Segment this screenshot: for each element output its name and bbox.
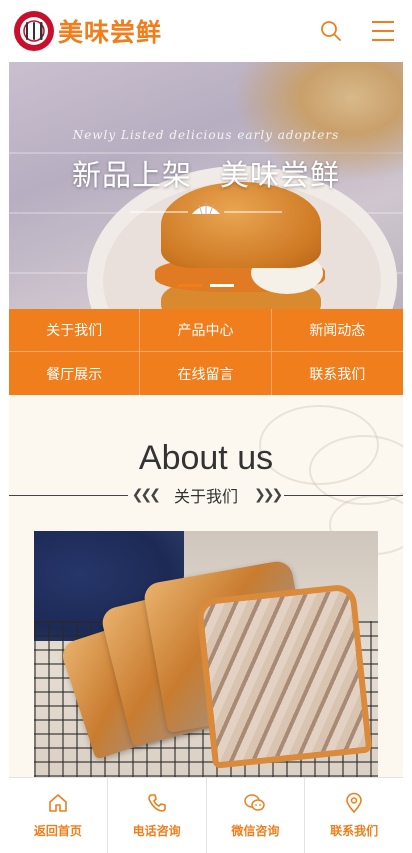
page: 美味尝鲜 Newly Listed delicious early adopte… <box>0 0 412 853</box>
nav-contact[interactable]: 联系我们 <box>272 352 403 395</box>
wechat-icon <box>244 794 266 811</box>
about-subtitle: 关于我们 <box>161 483 250 507</box>
banner-title: 新品上架 美味尝鲜 <box>0 152 412 194</box>
bottom-wechat-label: 微信咨询 <box>231 824 280 838</box>
bottom-toolbar: 返回首页 电话咨询 微信咨询 联系我们 <box>9 777 403 853</box>
slider-dots <box>0 284 412 287</box>
about-section: About us ❮❮❮ 关于我们 ❯❯❯ <box>9 395 403 785</box>
bottom-wechat-button[interactable]: 微信咨询 <box>207 778 306 853</box>
nav-news[interactable]: 新闻动态 <box>271 309 403 352</box>
header-actions <box>294 16 398 46</box>
ornament-divider-icon <box>130 202 282 215</box>
brand-name[interactable]: 美味尝鲜 <box>58 13 162 49</box>
banner-title-right: 美味尝鲜 <box>220 158 341 192</box>
bread-cut-face <box>195 583 373 769</box>
chevrons-right-icon: ❯❯❯ <box>250 487 285 503</box>
slider-dot-1[interactable] <box>178 284 202 287</box>
nav-message[interactable]: 在线留言 <box>140 352 272 395</box>
home-icon <box>49 794 67 812</box>
banner-title-left: 新品上架 <box>71 158 192 192</box>
bottom-phone-label: 电话咨询 <box>132 824 181 838</box>
hamburger-menu-icon[interactable] <box>368 16 398 46</box>
plate-fork-knife-icon[interactable] <box>14 11 54 51</box>
bottom-phone-button[interactable]: 电话咨询 <box>108 778 207 853</box>
about-subtitle-row: ❮❮❮ 关于我们 ❯❯❯ <box>9 483 403 507</box>
nav-restaurant[interactable]: 餐厅展示 <box>9 352 141 395</box>
bottom-contact-label: 联系我们 <box>330 824 379 838</box>
top-header: 美味尝鲜 <box>0 0 412 62</box>
burger-bun-top <box>161 182 321 268</box>
bottom-home-button[interactable]: 返回首页 <box>9 778 108 853</box>
about-title: About us <box>138 439 274 477</box>
nav-products[interactable]: 产品中心 <box>140 309 272 352</box>
chevrons-left-icon: ❮❮❮ <box>127 487 162 503</box>
about-photo[interactable] <box>34 531 378 785</box>
quick-nav-grid: 关于我们 产品中心 新闻动态 餐厅展示 在线留言 联系我们 <box>9 309 403 395</box>
bottom-contact-button[interactable]: 联系我们 <box>305 778 403 853</box>
nav-about[interactable]: 关于我们 <box>9 309 141 352</box>
location-pin-icon <box>346 792 362 814</box>
slider-dot-2[interactable] <box>210 284 234 287</box>
phone-icon <box>147 794 166 812</box>
banner-script-text: Newly Listed delicious early adopters <box>72 128 340 142</box>
search-icon[interactable] <box>316 16 346 46</box>
bottom-home-label: 返回首页 <box>33 824 82 838</box>
